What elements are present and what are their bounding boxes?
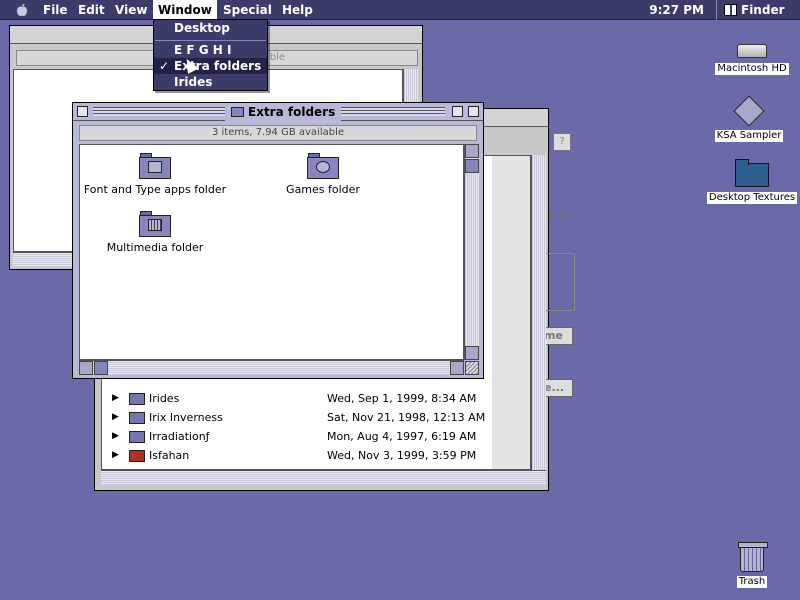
desktop-icon-desktop-textures[interactable]: Desktop Textures <box>704 159 800 204</box>
window-menu-item-extra-folders[interactable]: ✓ Extra folders <box>154 58 267 74</box>
scroll-thumb[interactable] <box>465 159 479 173</box>
extra-folders-title: Extra folders <box>225 103 342 121</box>
desktop-icon-label: Desktop Textures <box>706 192 798 204</box>
window-menu-dropdown: Desktop E F G H I ✓ Extra folders Irides <box>153 19 268 91</box>
list-window-version: 2.3.1 <box>549 211 575 222</box>
zoom-box[interactable] <box>452 106 463 117</box>
application-menu[interactable]: Finder <box>716 0 800 20</box>
menu-special[interactable]: Special <box>218 0 277 20</box>
folder-label: Multimedia folder <box>106 241 204 254</box>
menu-file[interactable]: File <box>38 0 73 20</box>
folder-icon <box>139 211 171 237</box>
row-date: Wed, Nov 3, 1999, 3:59 PM <box>327 449 477 462</box>
desktop-icon-macintosh-hd[interactable]: Macintosh HD <box>704 44 800 75</box>
menu-window[interactable]: Window <box>153 0 217 20</box>
disk-icon <box>733 95 765 127</box>
list-window-help-button[interactable]: ? <box>553 133 571 151</box>
extra-folders-hscroll[interactable] <box>79 360 464 375</box>
row-name: Irides <box>149 392 180 405</box>
menu-edit[interactable]: Edit <box>73 0 110 20</box>
finder-icon <box>724 4 737 16</box>
desktop-icon-label: KSA Sampler <box>714 130 784 142</box>
list-window-button-2-label: e... <box>544 381 564 394</box>
disclosure-triangle-icon[interactable]: ▶ <box>112 427 119 446</box>
extra-folders-vscroll[interactable] <box>464 144 479 360</box>
desktop-icon-label: Trash <box>736 576 768 588</box>
row-date: Wed, Sep 1, 1999, 8:34 AM <box>327 392 477 405</box>
list-window-vscroll[interactable] <box>531 155 546 470</box>
resize-grip-icon[interactable] <box>465 361 479 375</box>
scroll-left-arrow[interactable] <box>79 361 93 375</box>
folder-multimedia[interactable]: Multimedia folder <box>80 211 240 254</box>
window-menu-item-label: Desktop <box>174 21 230 35</box>
window-menu-item-label: E F G H I <box>174 43 232 57</box>
folder-icon <box>129 393 145 405</box>
extra-folders-info-text: 3 items, 7.94 GB available <box>211 127 345 138</box>
hard-drive-icon <box>737 44 767 58</box>
list-window-button-1[interactable]: me <box>543 327 573 345</box>
desktop-icon-label: Macintosh HD <box>715 63 789 75</box>
disclosure-triangle-icon[interactable]: ▶ <box>112 389 119 408</box>
list-row[interactable]: ▶ Irix Inverness Sat, Nov 21, 1998, 12:1… <box>102 408 530 427</box>
row-name: Irradiationƒ <box>149 430 210 443</box>
list-row[interactable]: ▶ Irradiationƒ Mon, Aug 4, 1997, 6:19 AM <box>102 427 530 446</box>
window-menu-item-desktop[interactable]: Desktop <box>154 20 267 36</box>
folder-font-and-type[interactable]: Font and Type apps folder <box>80 153 240 196</box>
menu-help[interactable]: Help <box>277 0 318 20</box>
scroll-down-arrow[interactable] <box>465 346 479 360</box>
list-window-box <box>545 253 575 311</box>
menu-separator <box>155 40 266 41</box>
row-date: Sat, Nov 21, 1998, 12:13 AM <box>327 411 486 424</box>
folder-label: Font and Type apps folder <box>83 183 227 196</box>
window-menu-item-label: Irides <box>174 75 213 89</box>
folder-icon <box>129 450 145 462</box>
window-menu-item-irides[interactable]: Irides <box>154 74 267 90</box>
row-name: Isfahan <box>149 449 190 462</box>
row-name: Irix Inverness <box>149 411 223 424</box>
folder-icon <box>307 153 339 179</box>
checkmark-icon: ✓ <box>159 59 170 73</box>
list-window-hscroll[interactable] <box>101 470 546 485</box>
folder-icon <box>129 412 145 424</box>
list-window-button-2[interactable]: e... <box>543 379 573 397</box>
disclosure-triangle-icon[interactable]: ▶ <box>112 446 119 465</box>
apple-icon[interactable] <box>15 3 29 17</box>
extra-folders-title-text: Extra folders <box>248 105 336 119</box>
menu-bar: File Edit View Window Special Help 9:27 … <box>0 0 800 20</box>
folder-games[interactable]: Games folder <box>238 153 408 196</box>
list-row[interactable]: ▶ Isfahan Wed, Nov 3, 1999, 3:59 PM <box>102 446 530 465</box>
folder-icon <box>735 159 769 187</box>
row-date: Mon, Aug 4, 1997, 6:19 AM <box>327 430 477 443</box>
folder-label: Games folder <box>286 183 360 196</box>
collapse-box[interactable] <box>468 106 479 117</box>
list-window-button-1-label: me <box>544 329 563 342</box>
trash-icon <box>738 542 768 572</box>
menu-clock[interactable]: 9:27 PM <box>649 0 704 20</box>
scroll-thumb[interactable] <box>94 361 108 375</box>
folder-icon <box>129 431 145 443</box>
extra-folders-window[interactable]: Extra folders 3 items, 7.94 GB available… <box>72 102 484 379</box>
scroll-right-arrow[interactable] <box>450 361 464 375</box>
back-window-info-text: ble <box>269 52 285 63</box>
extra-folders-content: Font and Type apps folder Games folder M… <box>79 144 464 360</box>
list-row[interactable]: ▶ Irides Wed, Sep 1, 1999, 8:34 AM <box>102 389 530 408</box>
window-menu-item-efghi[interactable]: E F G H I <box>154 42 267 58</box>
folder-icon <box>139 153 171 179</box>
close-box[interactable] <box>77 106 88 117</box>
application-menu-label: Finder <box>741 3 785 17</box>
disclosure-triangle-icon[interactable]: ▶ <box>112 408 119 427</box>
folder-title-icon <box>231 107 244 117</box>
extra-folders-info-bar: 3 items, 7.94 GB available <box>79 125 477 141</box>
desktop-icon-ksa-sampler[interactable]: KSA Sampler <box>701 95 797 142</box>
desktop-icon-trash[interactable]: Trash <box>704 542 800 588</box>
extra-folders-titlebar[interactable]: Extra folders <box>73 103 483 121</box>
scroll-up-arrow[interactable] <box>465 144 479 158</box>
menu-view[interactable]: View <box>110 0 152 20</box>
